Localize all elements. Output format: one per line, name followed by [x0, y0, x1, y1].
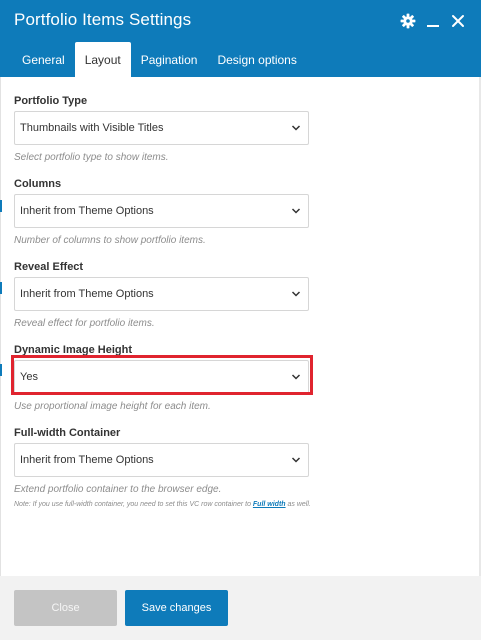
tab-layout[interactable]: Layout	[74, 42, 131, 77]
left-edge-marker	[0, 282, 2, 294]
tab-pagination[interactable]: Pagination	[131, 42, 208, 77]
tab-bar: General Layout Pagination Design options	[12, 42, 307, 77]
chevron-down-icon	[291, 208, 301, 214]
field-portfolio-type: Portfolio Type Thumbnails with Visible T…	[14, 92, 310, 175]
field-hint: Reveal effect for portfolio items.	[14, 318, 155, 329]
field-label: Portfolio Type	[14, 95, 88, 107]
field-hint: Use proportional image height for each i…	[14, 401, 211, 412]
select-value: Thumbnails with Visible Titles	[20, 122, 164, 134]
left-border	[0, 77, 1, 640]
field-hint: Extend portfolio container to the browse…	[14, 484, 222, 495]
field-label: Columns	[14, 178, 62, 190]
tab-design-options[interactable]: Design options	[207, 42, 306, 77]
columns-select[interactable]: Inherit from Theme Options	[14, 194, 309, 228]
chevron-down-icon	[291, 291, 301, 297]
tab-general[interactable]: General	[12, 42, 75, 77]
portfolio-type-select[interactable]: Thumbnails with Visible Titles	[14, 111, 309, 145]
left-edge-marker	[0, 364, 2, 376]
close-icon[interactable]	[449, 12, 467, 30]
field-columns: Columns Inherit from Theme Options Numbe…	[14, 175, 310, 258]
gear-icon[interactable]	[399, 12, 417, 30]
save-changes-button[interactable]: Save changes	[125, 590, 228, 626]
field-hint: Select portfolio type to show items.	[14, 152, 169, 163]
dynamic-image-height-select[interactable]: Yes	[14, 360, 309, 394]
chevron-down-icon	[291, 457, 301, 463]
chevron-down-icon	[291, 374, 301, 380]
layout-form: Portfolio Type Thumbnails with Visible T…	[11, 92, 313, 508]
modal-header: Portfolio Items Settings General Layout …	[0, 0, 481, 77]
field-hint: Number of columns to show portfolio item…	[14, 235, 206, 246]
close-button[interactable]: Close	[14, 590, 117, 626]
field-label: Dynamic Image Height	[14, 344, 132, 356]
field-reveal-effect: Reveal Effect Inherit from Theme Options…	[14, 258, 310, 341]
field-full-width-container: Full-width Container Inherit from Theme …	[14, 424, 310, 507]
select-value: Yes	[20, 371, 38, 383]
reveal-effect-select[interactable]: Inherit from Theme Options	[14, 277, 309, 311]
minimize-icon[interactable]	[424, 12, 442, 30]
select-value: Inherit from Theme Options	[20, 454, 154, 466]
left-edge-marker	[0, 200, 2, 212]
select-value: Inherit from Theme Options	[20, 205, 154, 217]
header-controls	[399, 12, 467, 30]
full-width-container-select[interactable]: Inherit from Theme Options	[14, 443, 309, 477]
modal-footer: Close Save changes	[0, 576, 481, 640]
chevron-down-icon	[291, 125, 301, 131]
select-value: Inherit from Theme Options	[20, 288, 154, 300]
field-dynamic-image-height: Dynamic Image Height Yes Use proportiona…	[14, 341, 310, 424]
modal-title: Portfolio Items Settings	[14, 10, 192, 29]
field-label: Reveal Effect	[14, 261, 84, 273]
field-label: Full-width Container	[14, 427, 121, 439]
